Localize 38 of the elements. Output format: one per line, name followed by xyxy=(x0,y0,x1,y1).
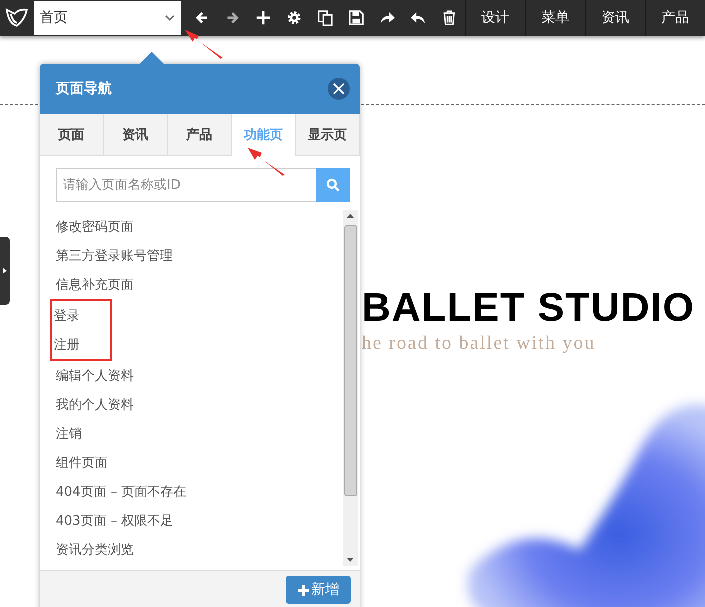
search-field[interactable]: 请输入页面名称或ID xyxy=(56,168,316,202)
menu-item[interactable]: 产品 xyxy=(645,0,705,36)
page-list-item[interactable]: 资讯分类浏览 xyxy=(52,535,134,564)
annotation-arrow xyxy=(185,28,225,60)
page-select[interactable]: 首页 xyxy=(34,1,180,35)
page-list-item[interactable]: 403页面 – 权限不足 xyxy=(52,506,174,535)
scrollbar[interactable] xyxy=(343,210,358,566)
save-icon[interactable] xyxy=(348,9,366,27)
close-icon xyxy=(333,83,345,95)
gear-icon[interactable] xyxy=(286,9,304,27)
side-handle[interactable] xyxy=(0,237,10,305)
page-list-item[interactable]: 修改密码页面 xyxy=(52,212,134,241)
hero-tagline: he road to ballet with you xyxy=(362,333,597,355)
page-list-item[interactable]: 我的个人资料 xyxy=(52,390,134,419)
plus-icon xyxy=(298,584,308,596)
triangle-right-icon xyxy=(3,268,7,274)
page-list-item[interactable]: 第三方登录账号管理 xyxy=(52,241,173,270)
page-list-item[interactable]: 注销 xyxy=(52,419,82,448)
page-list-item[interactable]: 信息补充页面 xyxy=(52,270,134,299)
page-list-item[interactable]: 组件页面 xyxy=(52,448,108,477)
panel-title: 页面导航 xyxy=(56,80,112,98)
page-list-item[interactable]: 登录 xyxy=(52,301,110,330)
menu-item[interactable]: 设计 xyxy=(465,0,525,36)
close-button[interactable] xyxy=(328,78,350,100)
trash-icon[interactable] xyxy=(441,9,458,27)
search-icon xyxy=(326,178,340,192)
menu-item[interactable]: 资讯 xyxy=(585,0,645,36)
hero-title: BALLET STUDIO xyxy=(362,286,695,331)
page-list-item[interactable]: 注册 xyxy=(52,330,110,359)
plus-icon[interactable] xyxy=(255,9,272,27)
copy-icon[interactable] xyxy=(317,9,334,27)
annotation-arrow xyxy=(248,146,286,176)
page-list-item[interactable]: 404页面 – 页面不存在 xyxy=(52,477,187,506)
logo-icon[interactable] xyxy=(4,8,29,28)
chevron-down-icon xyxy=(164,14,174,22)
page-list-item[interactable]: 编辑个人资料 xyxy=(52,361,134,390)
add-button[interactable]: 新增 xyxy=(286,576,351,604)
menu-item[interactable]: 菜单 xyxy=(525,0,585,36)
